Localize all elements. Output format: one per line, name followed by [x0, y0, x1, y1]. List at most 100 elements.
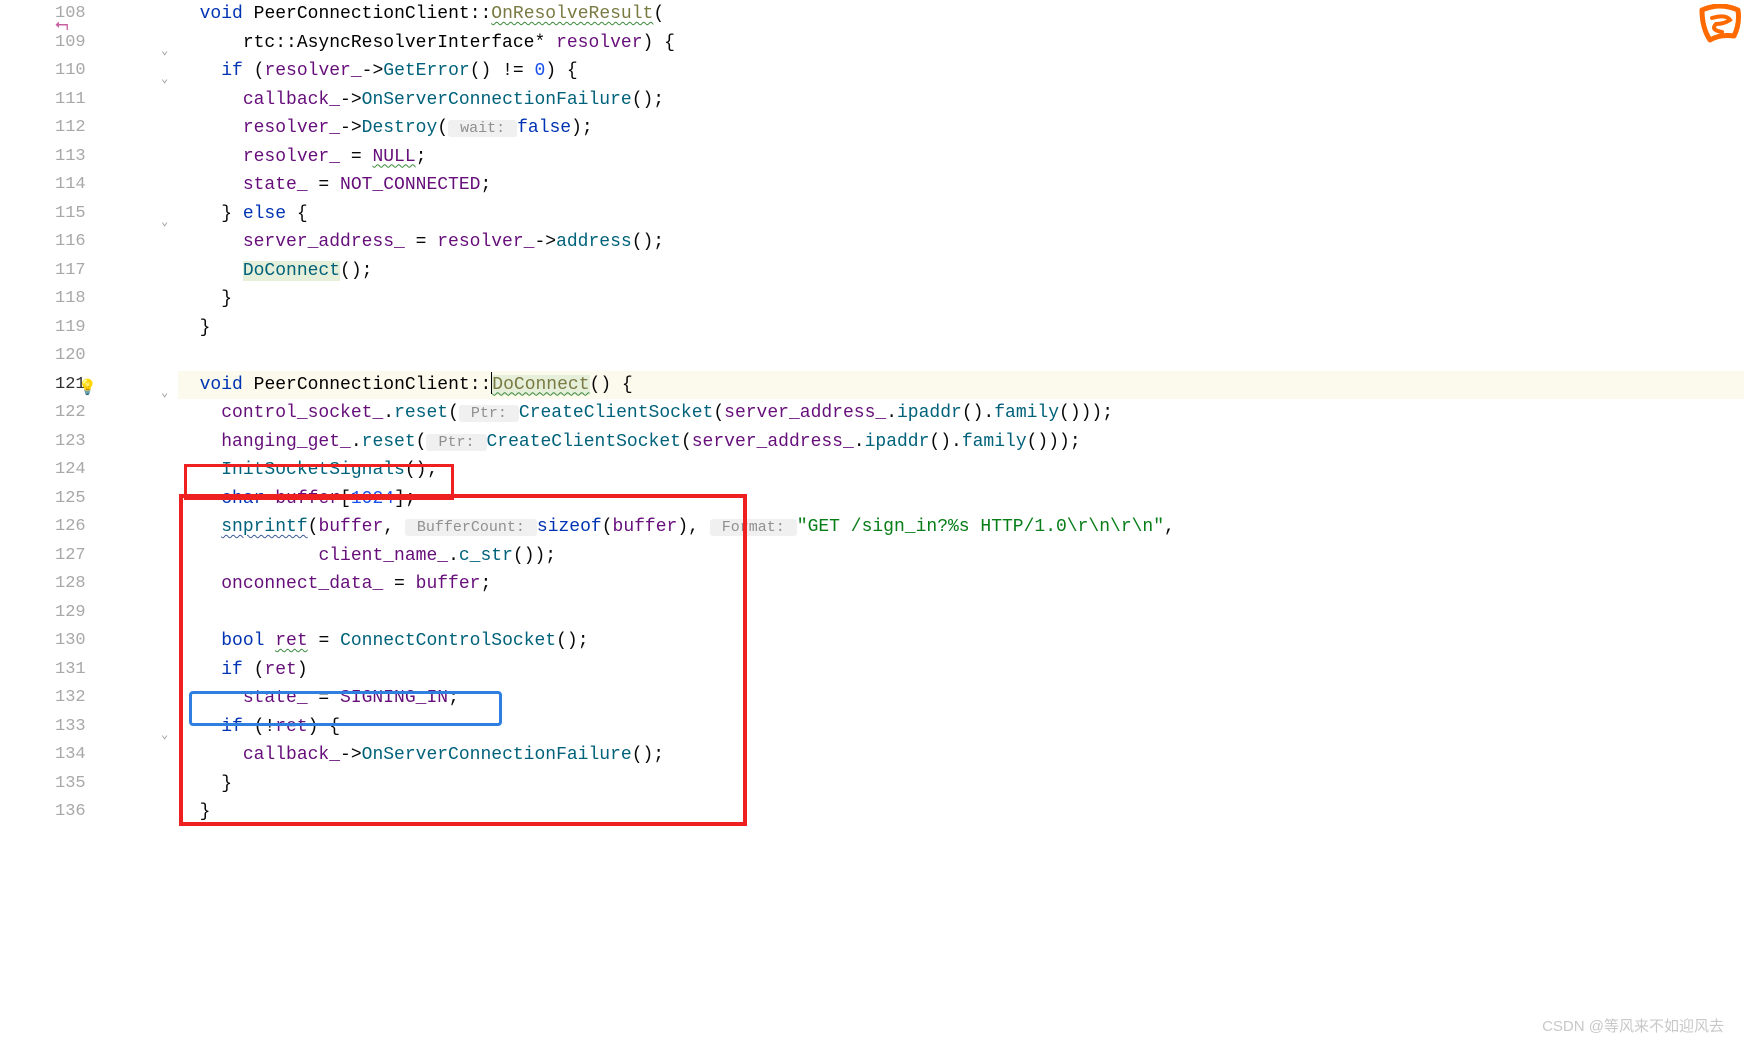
code-token — [178, 460, 221, 480]
fold-marker[interactable] — [158, 456, 178, 485]
lightbulb-icon[interactable]: 💡 — [78, 375, 97, 404]
code-token: ( — [448, 403, 459, 423]
line-number: 132 — [55, 684, 140, 713]
code-token — [178, 175, 243, 195]
ime-sogou-icon[interactable] — [1696, 4, 1744, 46]
code-token: ); — [571, 118, 593, 138]
code-token: else — [243, 204, 286, 224]
code-token: , — [1164, 517, 1175, 537]
code-token — [243, 375, 254, 395]
code-token: ConnectControlSocket — [340, 631, 556, 651]
code-line[interactable]: } — [178, 770, 1744, 799]
code-line[interactable]: void PeerConnectionClient::DoConnect() {… — [178, 371, 1744, 400]
code-token: (); — [632, 745, 664, 765]
line-number: 116 — [55, 228, 140, 257]
fold-marker[interactable] — [158, 257, 178, 286]
code-line[interactable]: } else { — [178, 200, 1744, 229]
fold-marker[interactable] — [158, 314, 178, 343]
code-line[interactable]: if (!ret) { — [178, 713, 1744, 742]
fold-marker[interactable] — [158, 143, 178, 172]
code-line[interactable]: DoConnect(); — [178, 257, 1744, 286]
code-token: (); — [556, 631, 588, 651]
code-token: reset — [394, 403, 448, 423]
code-line[interactable]: rtc::AsyncResolverInterface* resolver) { — [178, 29, 1744, 58]
code-content[interactable]: void PeerConnectionClient::OnResolveResu… — [178, 0, 1744, 1053]
code-token: ; — [480, 175, 491, 195]
code-token: ) { — [545, 61, 577, 81]
fold-marker[interactable] — [158, 485, 178, 514]
code-line[interactable]: state_ = NOT_CONNECTED; — [178, 171, 1744, 200]
code-line[interactable]: hanging_get_.reset( Ptr: CreateClientSoc… — [178, 428, 1744, 457]
fold-marker[interactable] — [158, 342, 178, 371]
code-line[interactable] — [178, 342, 1744, 371]
code-token: buffer — [275, 489, 340, 509]
code-line[interactable]: state_ = SIGNING_IN; — [178, 684, 1744, 713]
code-line[interactable]: resolver_ = NULL; — [178, 143, 1744, 172]
override-icon[interactable]: ⮢ — [55, 12, 69, 41]
code-token: family — [962, 432, 1027, 452]
fold-marker[interactable] — [158, 599, 178, 628]
code-line[interactable]: client_name_.c_str()); — [178, 542, 1744, 571]
code-line[interactable] — [178, 599, 1744, 628]
line-number: 129 — [55, 599, 140, 628]
code-line[interactable]: bool ret = ConnectControlSocket(); — [178, 627, 1744, 656]
code-token: "GET /sign_in?%s HTTP/1.0\r\n\r\n" — [797, 517, 1164, 537]
code-editor[interactable]: ⮢ 10810911011111211311411511611711811912… — [0, 0, 1744, 1053]
code-token: . — [351, 432, 362, 452]
fold-marker[interactable] — [158, 114, 178, 143]
fold-marker[interactable] — [158, 428, 178, 457]
code-line[interactable]: if (ret) — [178, 656, 1744, 685]
fold-marker[interactable] — [158, 0, 178, 29]
fold-marker[interactable] — [158, 770, 178, 799]
code-line[interactable]: } — [178, 798, 1744, 827]
code-token: :: — [275, 33, 297, 53]
line-number: 118 — [55, 285, 140, 314]
fold-gutter[interactable]: ⌄⌄⌄⌄⌄ — [158, 0, 178, 1053]
line-number: 131 — [55, 656, 140, 685]
code-token: (). — [929, 432, 961, 452]
code-token: (); — [632, 90, 664, 110]
fold-marker[interactable] — [158, 656, 178, 685]
code-line[interactable]: if (resolver_->GetError() != 0) { — [178, 57, 1744, 86]
code-line[interactable]: callback_->OnServerConnectionFailure(); — [178, 741, 1744, 770]
code-token — [178, 688, 243, 708]
code-line[interactable]: onconnect_data_ = buffer; — [178, 570, 1744, 599]
code-token: . — [448, 546, 459, 566]
code-line[interactable]: } — [178, 285, 1744, 314]
code-token: OnServerConnectionFailure — [362, 90, 632, 110]
code-line[interactable]: callback_->OnServerConnectionFailure(); — [178, 86, 1744, 115]
code-line[interactable]: InitSocketSignals(); — [178, 456, 1744, 485]
code-token: ret — [275, 717, 307, 737]
code-line[interactable]: snprintf(buffer, BufferCount: sizeof(buf… — [178, 513, 1744, 542]
fold-marker[interactable] — [158, 171, 178, 200]
code-token: } — [178, 204, 243, 224]
code-token: Ptr: — [459, 405, 519, 422]
code-token: . — [886, 403, 897, 423]
code-token: :: — [470, 375, 492, 395]
code-token: () != — [470, 61, 535, 81]
code-line[interactable]: control_socket_.reset( Ptr: CreateClient… — [178, 399, 1744, 428]
fold-marker[interactable] — [158, 627, 178, 656]
code-token: ( — [416, 432, 427, 452]
line-number: 130 — [55, 627, 140, 656]
code-token: SIGNING_IN — [340, 688, 448, 708]
fold-marker[interactable] — [158, 798, 178, 827]
fold-marker[interactable] — [158, 684, 178, 713]
fold-marker[interactable] — [158, 542, 178, 571]
code-line[interactable]: } — [178, 314, 1744, 343]
line-number: 122 — [55, 399, 140, 428]
code-token — [178, 403, 221, 423]
code-token: server_address_ — [692, 432, 854, 452]
code-line[interactable]: void PeerConnectionClient::OnResolveResu… — [178, 0, 1744, 29]
fold-marker[interactable] — [158, 570, 178, 599]
code-token: . — [854, 432, 865, 452]
code-line[interactable]: resolver_->Destroy( wait: false); — [178, 114, 1744, 143]
fold-marker[interactable] — [158, 513, 178, 542]
code-token: ipaddr — [897, 403, 962, 423]
code-token: family — [994, 403, 1059, 423]
code-token: reset — [362, 432, 416, 452]
line-number: 121 — [55, 371, 140, 400]
code-line[interactable]: server_address_ = resolver_->address(); — [178, 228, 1744, 257]
fold-marker[interactable] — [158, 285, 178, 314]
code-line[interactable]: char buffer[1024]; — [178, 485, 1744, 514]
